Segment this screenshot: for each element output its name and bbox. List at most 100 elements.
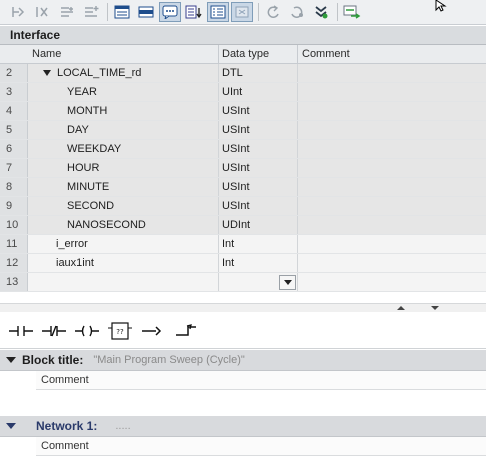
block-title-header[interactable]: Block title: "Main Program Sweep (Cycle)…: [0, 350, 486, 371]
table-row[interactable]: 3 YEAR UInt: [0, 83, 486, 102]
table-row[interactable]: 13: [0, 273, 486, 292]
variable-name[interactable]: i_error: [56, 235, 88, 253]
show-comments-icon[interactable]: [159, 2, 181, 22]
cell-divider: [297, 64, 298, 82]
row-number[interactable]: 5: [0, 121, 28, 139]
row-number[interactable]: 6: [0, 140, 28, 158]
variable-name[interactable]: LOCAL_TIME_rd: [57, 64, 141, 82]
network-view-icon[interactable]: [135, 2, 157, 22]
open-branch-icon[interactable]: [138, 319, 168, 343]
data-type-cell[interactable]: USInt: [222, 197, 250, 215]
data-type-cell[interactable]: USInt: [222, 178, 250, 196]
scroll-up-icon[interactable]: [397, 305, 405, 310]
interface-table: Name Data type Comment 2 LOCAL_TIME_rd DTL…: [0, 45, 486, 292]
cell-divider: [297, 216, 298, 234]
data-type-dropdown-button[interactable]: [279, 275, 296, 290]
absolute-operands-icon[interactable]: [207, 2, 229, 22]
cell-divider: [297, 121, 298, 139]
row-number[interactable]: 11: [0, 235, 28, 253]
insert-row-icon[interactable]: [56, 2, 78, 22]
row-number[interactable]: 2: [0, 64, 28, 82]
data-type-cell[interactable]: Int: [222, 235, 234, 253]
normally-closed-contact-icon[interactable]: [39, 319, 69, 343]
empty-box-icon[interactable]: ??: [105, 319, 135, 343]
variable-name[interactable]: NANOSECOND: [67, 216, 146, 234]
variable-name[interactable]: MINUTE: [67, 178, 109, 196]
delete-network-icon[interactable]: [32, 2, 54, 22]
collapse-icon[interactable]: [6, 356, 16, 364]
cell-divider: [218, 64, 219, 82]
cell-divider: [297, 273, 298, 291]
normally-open-contact-icon[interactable]: [6, 319, 36, 343]
row-number[interactable]: 4: [0, 102, 28, 120]
favorites-icon[interactable]: [231, 2, 253, 22]
output-coil-icon[interactable]: [72, 319, 102, 343]
data-type-cell[interactable]: USInt: [222, 140, 250, 158]
variable-name[interactable]: YEAR: [67, 83, 97, 101]
insert-network-icon[interactable]: [8, 2, 30, 22]
variable-name[interactable]: iaux1int: [56, 254, 94, 272]
network-comment-field[interactable]: Comment: [36, 437, 486, 456]
row-number[interactable]: 13: [0, 273, 28, 291]
variable-name[interactable]: HOUR: [67, 159, 99, 177]
table-row[interactable]: 2 LOCAL_TIME_rd DTL: [0, 64, 486, 83]
table-row[interactable]: 6 WEEKDAY USInt: [0, 140, 486, 159]
data-type-cell[interactable]: Int: [222, 254, 234, 272]
network-title-value[interactable]: .....: [115, 420, 130, 432]
table-row[interactable]: 4 MONTH USInt: [0, 102, 486, 121]
editor-toolbar: [0, 0, 486, 25]
expand-arrow-icon[interactable]: [43, 70, 51, 76]
table-row[interactable]: 8 MINUTE USInt: [0, 178, 486, 197]
variable-name[interactable]: WEEKDAY: [67, 140, 121, 158]
table-row[interactable]: 9 SECOND USInt: [0, 197, 486, 216]
scroll-down-icon[interactable]: [431, 306, 439, 311]
chevron-down-icon: [283, 280, 292, 285]
data-type-cell[interactable]: UInt: [222, 83, 242, 101]
cell-divider: [297, 235, 298, 253]
column-name[interactable]: Name: [32, 45, 61, 64]
column-divider[interactable]: [218, 45, 219, 64]
data-type-cell[interactable]: USInt: [222, 102, 250, 120]
row-number[interactable]: 8: [0, 178, 28, 196]
cell-divider: [218, 254, 219, 272]
data-type-cell[interactable]: UDInt: [222, 216, 250, 234]
monitoring-download-icon[interactable]: [310, 2, 332, 22]
row-number[interactable]: 10: [0, 216, 28, 234]
interface-view-icon[interactable]: [111, 2, 133, 22]
row-number[interactable]: 3: [0, 83, 28, 101]
table-row[interactable]: 5 DAY USInt: [0, 121, 486, 140]
row-number[interactable]: 9: [0, 197, 28, 215]
toolbar-separator: [258, 3, 259, 21]
variable-name[interactable]: MONTH: [67, 102, 107, 120]
row-number[interactable]: 12: [0, 254, 28, 272]
monitoring-on-off-icon[interactable]: [341, 2, 363, 22]
interface-section-header[interactable]: Interface: [0, 26, 486, 45]
collapse-icon[interactable]: [6, 422, 16, 430]
table-row[interactable]: 7 HOUR USInt: [0, 159, 486, 178]
table-row[interactable]: 11 i_error Int: [0, 235, 486, 254]
block-title-value[interactable]: "Main Program Sweep (Cycle)": [93, 354, 244, 366]
add-row-icon[interactable]: [80, 2, 102, 22]
table-column-header: Name Data type Comment: [0, 45, 486, 64]
go-to-previous-icon[interactable]: [262, 2, 284, 22]
go-to-next-icon[interactable]: [286, 2, 308, 22]
data-type-cell[interactable]: DTL: [222, 64, 243, 82]
data-type-cell[interactable]: USInt: [222, 121, 250, 139]
column-comment[interactable]: Comment: [302, 45, 350, 64]
table-row[interactable]: 10 NANOSECOND UDInt: [0, 216, 486, 235]
data-type-cell[interactable]: USInt: [222, 159, 250, 177]
cell-divider: [218, 83, 219, 101]
table-scroll-strip[interactable]: [0, 303, 486, 312]
row-number[interactable]: 7: [0, 159, 28, 177]
column-data-type[interactable]: Data type: [222, 45, 269, 64]
block-comment-field[interactable]: Comment: [36, 371, 486, 390]
column-divider[interactable]: [297, 45, 298, 64]
close-branch-icon[interactable]: [171, 319, 201, 343]
network-1-header[interactable]: Network 1: .....: [0, 416, 486, 437]
variable-name[interactable]: DAY: [67, 121, 89, 139]
cell-divider: [297, 159, 298, 177]
lad-instruction-bar: ??: [0, 313, 486, 349]
expand-all-icon[interactable]: [183, 2, 205, 22]
variable-name[interactable]: SECOND: [67, 197, 114, 215]
table-row[interactable]: 12 iaux1int Int: [0, 254, 486, 273]
